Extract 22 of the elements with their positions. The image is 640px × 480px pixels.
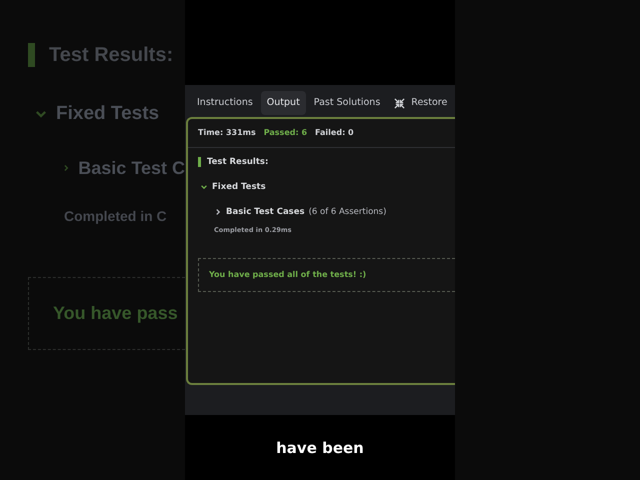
accent-bar [198,157,201,168]
caption-text: have been [276,438,364,459]
group-label: Fixed Tests [56,102,160,126]
success-message: You have passed all of the tests! :) [198,258,455,292]
test-case-label: Basic Test C [78,156,185,180]
section-heading: Test Results: [49,43,174,68]
tab[interactable]: Past Solutions [308,90,386,116]
tab[interactable]: Restore [388,90,454,116]
group-label: Fixed Tests [212,180,266,194]
assertion-count: (6 of 6 Assertions) [308,206,386,218]
passed-count: Passed: 6 [264,127,308,139]
chevron-down-icon[interactable] [200,183,208,192]
tab[interactable]: Output [260,90,306,116]
accent-bar [28,43,35,67]
failed-count: Failed: 0 [315,127,354,139]
tab[interactable]: Instructions [191,90,259,116]
collapse-icon [394,98,406,108]
test-case-label: Basic Test Cases [226,206,305,218]
completion-time: Completed in C [64,206,168,226]
section-heading: Test Results: [207,156,268,169]
time-label: Time: 331ms [198,127,256,139]
chevron-right-icon[interactable] [214,208,222,216]
